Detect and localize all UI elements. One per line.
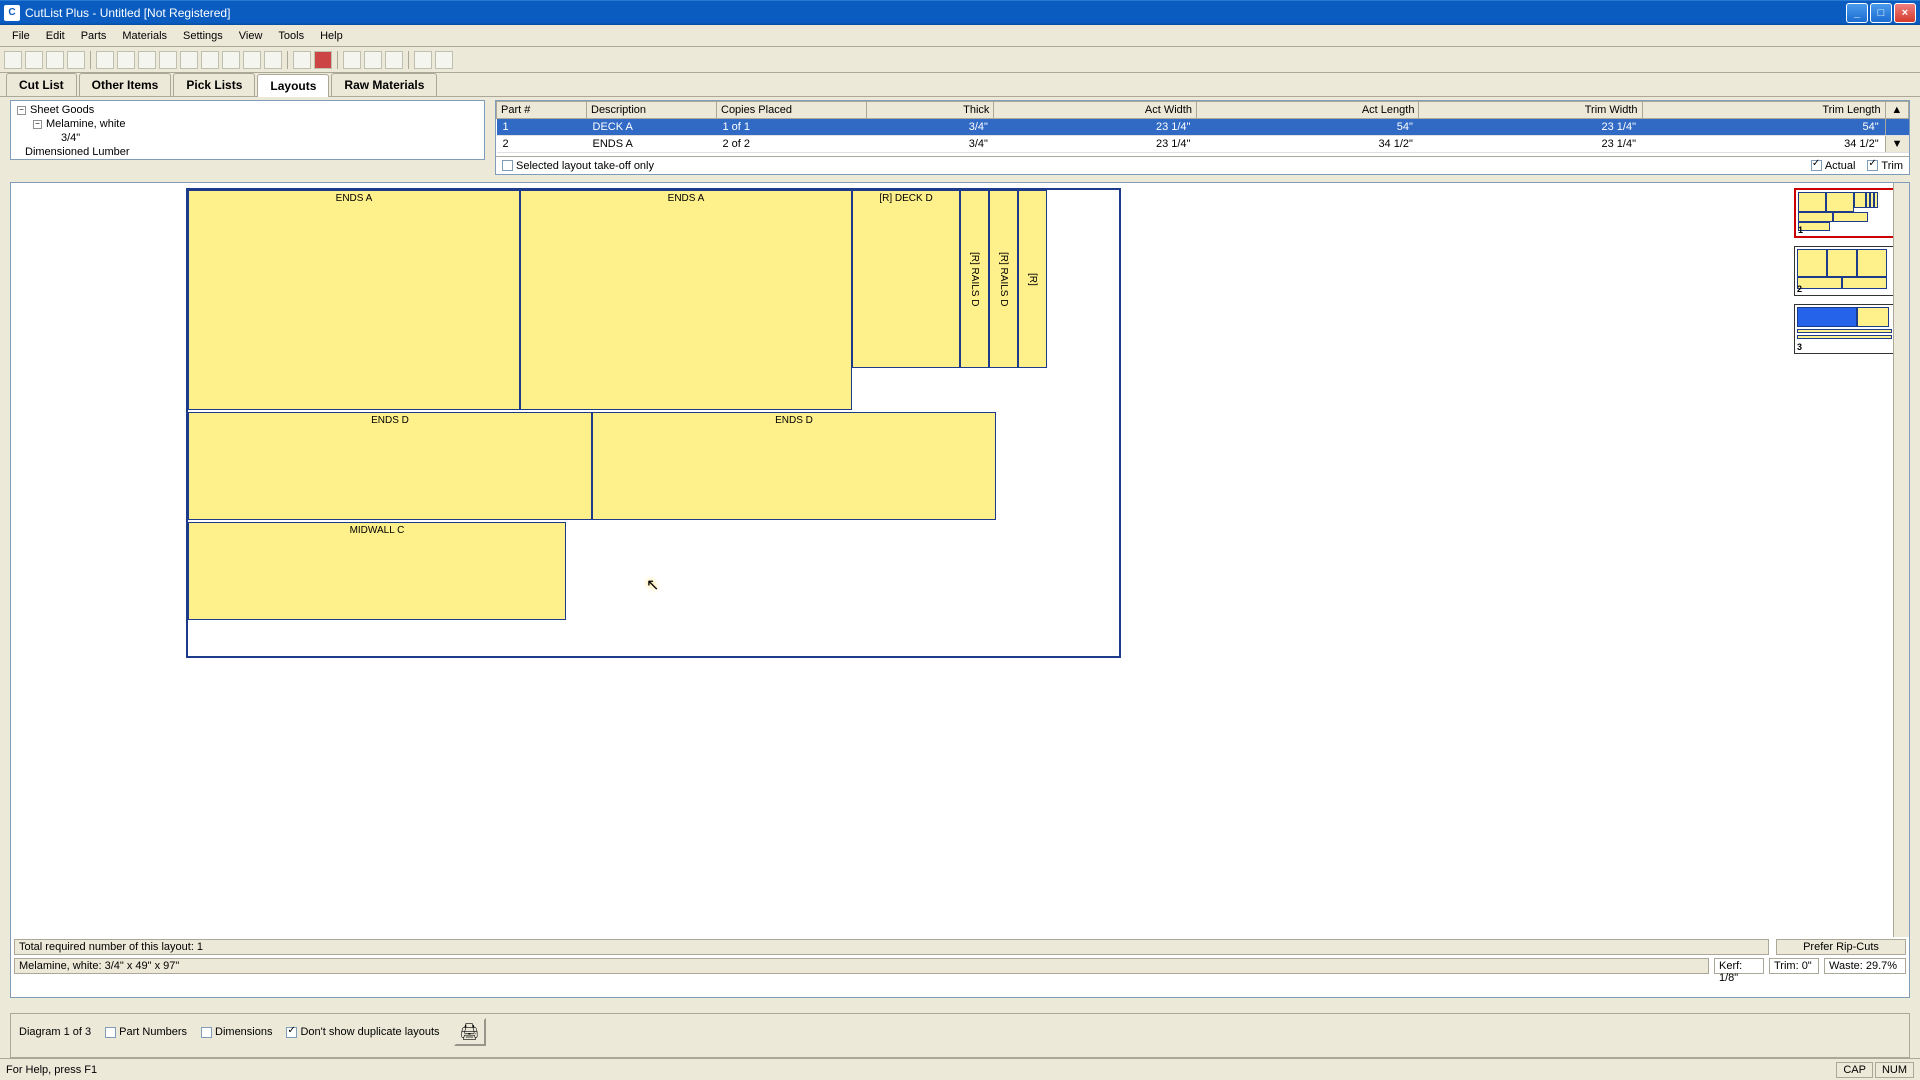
tree-collapse-icon[interactable]: − [33,120,42,129]
part-ends-d[interactable]: ENDS D [592,412,996,520]
new-icon[interactable] [4,51,22,69]
part-deck-d[interactable]: [R] DECK D [852,190,960,368]
part-ends-d[interactable]: ENDS D [188,412,592,520]
toolbar [0,47,1920,73]
col-trimw[interactable]: Trim Width [1419,102,1642,119]
tab-cutlist[interactable]: Cut List [6,73,77,96]
menu-settings[interactable]: Settings [175,28,231,44]
menu-bar: File Edit Parts Materials Settings View … [0,25,1920,47]
info-trim: Trim: 0" [1769,958,1819,974]
part-ends-a[interactable]: ENDS A [188,190,520,410]
tool-icon[interactable] [180,51,198,69]
main-tabs: Cut List Other Items Pick Lists Layouts … [0,73,1920,97]
tool-icon[interactable] [414,51,432,69]
tool-icon[interactable] [243,51,261,69]
info-rip: Prefer Rip-Cuts [1776,939,1906,955]
maximize-button[interactable]: □ [1870,3,1892,23]
tool-icon[interactable] [314,51,332,69]
parts-grid: Part # Description Copies Placed Thick A… [495,100,1910,175]
open-icon[interactable] [25,51,43,69]
paste-icon[interactable] [138,51,156,69]
tree-leaf[interactable]: 3/4" [61,132,80,144]
scroll-down-icon[interactable]: ▼ [1885,136,1908,153]
info-kerf: Kerf: 1/8" [1714,958,1764,974]
menu-file[interactable]: File [4,28,38,44]
label-takeoff: Selected layout take-off only [516,160,654,172]
info-total: Total required number of this layout: 1 [14,939,1769,955]
close-button[interactable]: × [1894,3,1916,23]
menu-view[interactable]: View [231,28,271,44]
status-help: For Help, press F1 [6,1064,97,1076]
minimize-button[interactable]: _ [1846,3,1868,23]
part-midwall[interactable]: MIDWALL C [188,522,566,620]
col-part[interactable]: Part # [497,102,587,119]
layout-controls: Diagram 1 of 3 Part Numbers Dimensions D… [10,1013,1910,1058]
tab-layouts[interactable]: Layouts [257,74,329,97]
print-button[interactable]: 🖨 [454,1018,486,1046]
table-row[interactable]: 1DECK A1 of 1 3/4"23 1/4" 54"23 1/4" 54" [497,119,1909,136]
app-icon: C [4,5,20,21]
tool-icon[interactable] [293,51,311,69]
status-cap: CAP [1836,1062,1873,1078]
part-rails-d[interactable]: [R] RAILS D [989,190,1018,368]
menu-edit[interactable]: Edit [38,28,73,44]
copy-icon[interactable] [117,51,135,69]
cut-icon[interactable] [96,51,114,69]
tool-icon[interactable] [343,51,361,69]
tree-collapse-icon[interactable]: − [17,106,26,115]
tool-icon[interactable] [201,51,219,69]
scrollbar-vertical[interactable] [1893,183,1909,937]
status-num: NUM [1875,1062,1914,1078]
tab-other[interactable]: Other Items [79,73,172,96]
refresh-icon[interactable] [435,51,453,69]
checkbox-dimensions[interactable] [201,1027,212,1038]
part-ends-a[interactable]: ENDS A [520,190,852,410]
checkbox-duplicates[interactable] [286,1027,297,1038]
tool-icon[interactable] [159,51,177,69]
tree-node[interactable]: Melamine, white [46,118,125,130]
tool-icon[interactable] [364,51,382,69]
col-thick[interactable]: Thick [867,102,994,119]
checkbox-partnums[interactable] [105,1027,116,1038]
info-waste: Waste: 29.7% [1824,958,1906,974]
tree-node[interactable]: Dimensioned Lumber [25,146,130,158]
status-bar: For Help, press F1 CAP NUM [0,1058,1920,1080]
col-actl[interactable]: Act Length [1196,102,1418,119]
save-icon[interactable] [46,51,64,69]
menu-materials[interactable]: Materials [114,28,175,44]
material-tree[interactable]: −Sheet Goods −Melamine, white 3/4" Dimen… [10,100,485,160]
part-rail[interactable]: [R] [1018,190,1047,368]
thumbnail-3[interactable]: 3 [1794,304,1899,354]
menu-tools[interactable]: Tools [270,28,312,44]
col-actw[interactable]: Act Width [994,102,1197,119]
scroll-up-icon[interactable]: ▲ [1885,102,1908,119]
title-bar: C CutList Plus - Untitled [Not Registere… [0,0,1920,25]
info-material: Melamine, white: 3/4" x 49" x 97" [14,958,1709,974]
checkbox-takeoff[interactable] [502,160,513,171]
tree-node[interactable]: Sheet Goods [30,104,94,116]
col-desc[interactable]: Description [587,102,717,119]
menu-parts[interactable]: Parts [73,28,115,44]
part-rails-d[interactable]: [R] RAILS D [960,190,989,368]
checkbox-actual[interactable] [1811,160,1822,171]
col-triml[interactable]: Trim Length [1642,102,1885,119]
tab-pick[interactable]: Pick Lists [173,73,255,96]
col-copies[interactable]: Copies Placed [717,102,867,119]
lock-icon[interactable] [385,51,403,69]
checkbox-trim[interactable] [1867,160,1878,171]
tool-icon[interactable] [222,51,240,69]
tool-icon[interactable] [264,51,282,69]
menu-help[interactable]: Help [312,28,351,44]
layout-viewport: ENDS A ENDS A [R] DECK D [R] RAILS D [R]… [10,182,1910,998]
thumbnail-panel: 1 2 3 [1794,188,1904,362]
table-row[interactable]: 2ENDS A2 of 2 3/4"23 1/4" 34 1/2"23 1/4"… [497,136,1909,153]
thumbnail-2[interactable]: 2 [1794,246,1899,296]
tab-raw[interactable]: Raw Materials [331,73,437,96]
thumbnail-1[interactable]: 1 [1794,188,1899,238]
print-icon[interactable] [67,51,85,69]
diagram-label: Diagram 1 of 3 [19,1026,91,1038]
sheet-outline: ENDS A ENDS A [R] DECK D [R] RAILS D [R]… [186,188,1121,658]
window-title: CutList Plus - Untitled [Not Registered] [25,6,1846,20]
